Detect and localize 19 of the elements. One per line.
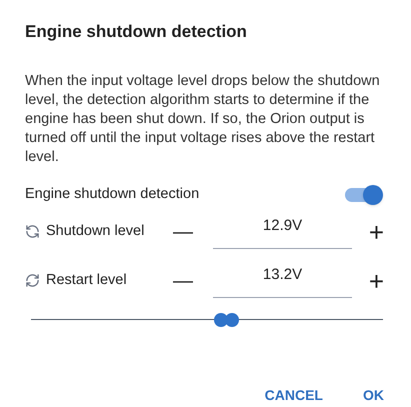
decrement-button[interactable]: — [165, 222, 201, 242]
dialog-button[interactable]: CANCEL [264, 385, 323, 406]
level-label: Shutdown level [46, 222, 144, 241]
decrement-button[interactable]: — [165, 270, 201, 290]
level-label: Restart level [46, 270, 127, 290]
range-slider[interactable] [31, 313, 383, 327]
cycle-arrows-icon [25, 224, 40, 239]
dialog-button[interactable]: OK [363, 385, 384, 406]
dialog-title: Engine shutdown detection [25, 21, 248, 43]
slider-thumb[interactable] [214, 313, 228, 327]
description: When the input voltage level drops below the shutdown level, the detection algorithm starts to determine if the engine has been shut down. If so, the Orion output is turned off until the input voltage rises above the restart level. [25, 72, 381, 167]
increment-button[interactable]: + [368, 218, 384, 244]
toggle-label: Engine shutdown detection [25, 185, 200, 204]
value-field[interactable]: 13.2V [213, 264, 352, 298]
toggle-switch[interactable] [343, 185, 383, 205]
cycle-arrows-icon [25, 273, 40, 288]
value-field[interactable]: 12.9V [213, 214, 352, 248]
increment-button[interactable]: + [368, 268, 384, 294]
slider-thumb[interactable] [224, 313, 239, 327]
